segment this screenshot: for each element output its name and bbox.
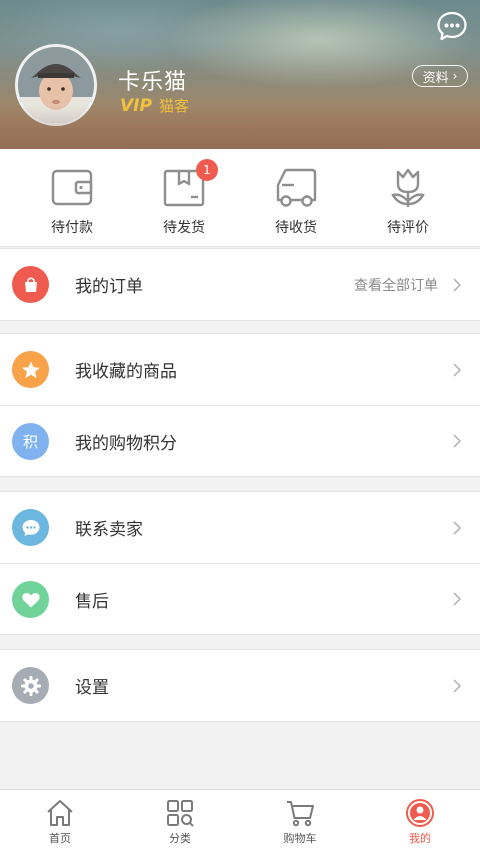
- points-row[interactable]: 积 我的购物积分: [0, 405, 480, 476]
- flower-review-icon: [391, 168, 425, 207]
- service-group: 联系卖家 售后: [0, 491, 480, 635]
- shopping-bag-icon: [12, 266, 49, 303]
- after-sales-row[interactable]: 售后: [0, 563, 480, 634]
- chevron-right-icon: [453, 520, 462, 535]
- chat-bubble-icon[interactable]: [436, 10, 468, 42]
- status-label: 待收货: [275, 220, 317, 236]
- tab-label: 我的: [409, 832, 431, 845]
- row-label: 设置: [75, 678, 109, 698]
- status-label: 待评价: [387, 220, 429, 236]
- row-label: 我的购物积分: [75, 433, 177, 454]
- cart-icon: [287, 801, 314, 827]
- user-avatar[interactable]: [15, 44, 97, 126]
- view-all-orders-link[interactable]: 查看全部订单: [354, 275, 438, 295]
- tab-mine[interactable]: 我的: [360, 790, 480, 853]
- chevron-right-icon: [453, 434, 462, 448]
- order-count-badge: 1: [196, 159, 218, 181]
- status-pending-review[interactable]: 待评价: [352, 149, 464, 246]
- row-label: 售后: [75, 591, 109, 612]
- bottom-tab-bar: 首页 分类 购物车 我的: [0, 789, 480, 853]
- points-icon: 积: [12, 423, 49, 460]
- tab-cart[interactable]: 购物车: [240, 790, 360, 853]
- chevron-right-icon: [453, 362, 462, 377]
- status-pending-receipt[interactable]: 待收货: [240, 149, 352, 246]
- star-icon: [12, 351, 49, 388]
- row-label: 联系卖家: [75, 520, 143, 540]
- vip-status: VIP 猫客: [120, 95, 189, 116]
- tab-label: 分类: [169, 832, 191, 845]
- tab-category[interactable]: 分类: [120, 790, 240, 853]
- profile-header: 卡乐猫 VIP 猫客 资料 ›: [0, 0, 480, 149]
- status-label: 待付款: [51, 220, 93, 236]
- chevron-right-icon: [453, 678, 462, 693]
- contact-seller-row[interactable]: 联系卖家: [0, 492, 480, 563]
- chevron-right-icon: [453, 592, 462, 606]
- row-label: 我收藏的商品: [75, 362, 177, 382]
- row-label: 我的订单: [75, 277, 143, 297]
- orders-group: 我的订单 查看全部订单: [0, 248, 480, 321]
- settings-row[interactable]: 设置: [0, 650, 480, 721]
- username: 卡乐猫: [118, 70, 188, 95]
- tab-label: 首页: [49, 832, 71, 845]
- settings-group: 设置: [0, 649, 480, 722]
- chevron-right-icon: [453, 277, 462, 292]
- my-orders-row[interactable]: 我的订单 查看全部订单: [0, 249, 480, 320]
- order-status-row: 待付款 1 待发货 待收货 待评价: [0, 149, 480, 247]
- status-pending-shipment[interactable]: 1 待发货: [128, 149, 240, 246]
- collection-group: 我收藏的商品 积 我的购物积分: [0, 333, 480, 477]
- vip-badge: VIP: [120, 95, 152, 116]
- status-label: 待发货: [163, 220, 205, 236]
- gear-icon: [12, 667, 49, 704]
- tab-home[interactable]: 首页: [0, 790, 120, 853]
- profile-icon: [406, 799, 434, 827]
- chevron-right-icon: ›: [452, 69, 458, 83]
- chat-icon: [12, 509, 49, 546]
- category-grid-icon: [167, 800, 194, 827]
- status-pending-payment[interactable]: 待付款: [16, 149, 128, 246]
- profile-button-label: 资料: [422, 70, 449, 86]
- home-icon: [47, 800, 73, 826]
- favorites-row[interactable]: 我收藏的商品: [0, 334, 480, 405]
- delivery-truck-icon: [276, 168, 317, 207]
- vip-level: 猫客: [158, 97, 189, 115]
- profile-button[interactable]: 资料 ›: [412, 65, 468, 87]
- tab-label: 购物车: [283, 832, 317, 845]
- heart-icon: [12, 581, 49, 618]
- wallet-icon: [51, 169, 93, 206]
